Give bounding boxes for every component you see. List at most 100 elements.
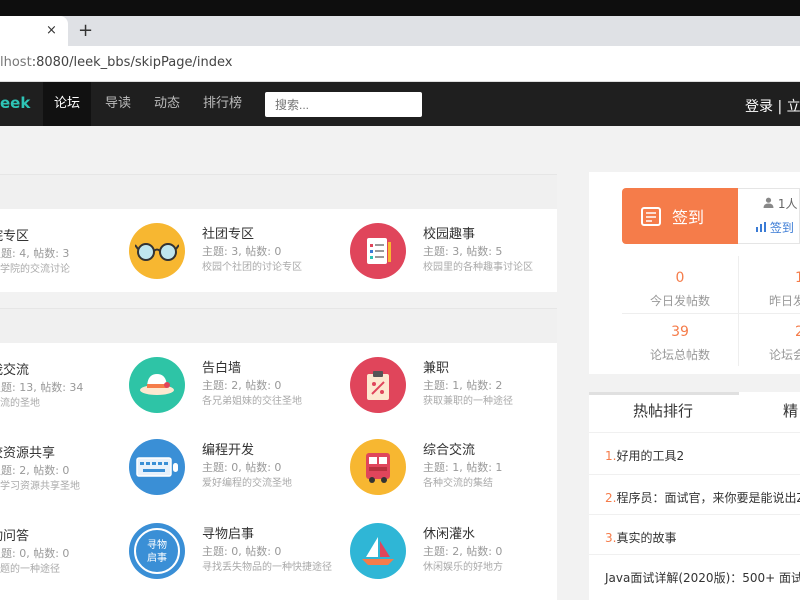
- address-bar[interactable]: lhost:8080/leek_bbs/skipPage/index: [0, 46, 800, 82]
- stat-label: 论坛总帖数: [649, 348, 710, 362]
- section-header: [0, 174, 557, 209]
- forum-item[interactable]: 兼职 主题: 1, 帖数: 2 获取兼职的一种途径: [350, 357, 560, 427]
- signin-list-link[interactable]: 签到: [756, 219, 794, 236]
- hot-post-item[interactable]: 2.程序员：面试官，来你要是能说出Z: [605, 489, 800, 506]
- forum-title[interactable]: 院专区: [0, 225, 29, 244]
- stat-value: 2: [795, 324, 800, 340]
- forum-title[interactable]: 寻物启事: [202, 523, 254, 542]
- section-header: [0, 308, 557, 343]
- forum-panel: 院专区 主题: 4, 帖数: 3 各学院的交流讨论 社团专区 主题: 3, 帖数…: [0, 209, 557, 292]
- keyboard-icon[interactable]: [129, 439, 185, 495]
- divider: [589, 474, 800, 475]
- job-board-icon[interactable]: [350, 357, 406, 413]
- stat-label: 昨日发: [769, 294, 800, 308]
- search-input[interactable]: [265, 92, 422, 117]
- forum-item[interactable]: 社团专区 主题: 3, 帖数: 0 校园个社团的讨论专区: [129, 223, 339, 293]
- forum-desc: 校园里的各种趣事讨论区: [423, 262, 533, 273]
- forum-stats: 主题: 4, 帖数: 3: [0, 247, 70, 260]
- forum-desc: 休闲娱乐的好地方: [423, 562, 503, 573]
- forum-item[interactable]: 编程开发 主题: 0, 帖数: 0 爱好编程的交流圣地: [129, 439, 339, 509]
- forum-desc: 各种交流的集结: [423, 478, 493, 489]
- forum-title[interactable]: 动问答: [0, 525, 29, 544]
- forum-title[interactable]: 校资源共享: [0, 442, 55, 461]
- forum-stats: 主题: 1, 帖数: 1: [423, 461, 503, 474]
- site-logo[interactable]: eek: [0, 94, 30, 112]
- badge-top-text: 寻物: [147, 538, 167, 551]
- forum-item[interactable]: 休闲灌水 主题: 2, 帖数: 0 休闲娱乐的好地方: [350, 523, 560, 593]
- forum-desc: 获取兼职的一种途径: [423, 396, 513, 407]
- nav-item-guide[interactable]: 导读: [105, 82, 131, 126]
- new-tab-button[interactable]: +: [78, 20, 93, 42]
- tab-hot-posts[interactable]: 热帖排行: [633, 400, 693, 421]
- forum-item[interactable]: 校园趣事 主题: 3, 帖数: 5 校园里的各种趣事讨论区: [350, 223, 560, 293]
- forum-stats: 主题: 0, 帖数: 0: [202, 461, 282, 474]
- hot-post-item[interactable]: 3.真实的故事: [605, 529, 676, 546]
- url-text[interactable]: lhost:8080/leek_bbs/skipPage/index: [0, 55, 232, 70]
- forum-item[interactable]: 寻物 启事 寻物启事 主题: 0, 帖数: 0 寻找丢失物品的一种快捷途径: [129, 523, 339, 593]
- divider: [589, 554, 800, 555]
- hot-post-item[interactable]: 1.好用的工具2: [605, 447, 684, 464]
- nav-item-activity[interactable]: 动态: [154, 82, 180, 126]
- tab-underline: [589, 392, 739, 395]
- tab-featured[interactable]: 精: [783, 400, 798, 421]
- user-icon: [763, 197, 774, 208]
- forum-desc: 问题的一种途径: [0, 564, 60, 575]
- forum-title[interactable]: 告白墙: [202, 357, 241, 376]
- divider: [589, 514, 800, 515]
- tab-strip: × +: [0, 16, 800, 46]
- hat-icon[interactable]: [129, 357, 185, 413]
- forum-desc: 寻找丢失物品的一种快捷途径: [202, 562, 332, 573]
- site-navbar: eek 论坛 导读 动态 排行榜 登录 | 立: [0, 82, 800, 126]
- forum-title[interactable]: 休闲灌水: [423, 523, 475, 542]
- post-title[interactable]: 真实的故事: [616, 531, 676, 545]
- forum-title[interactable]: 社团专区: [202, 223, 254, 242]
- notepad-icon[interactable]: [350, 223, 406, 279]
- ship-icon[interactable]: [350, 523, 406, 579]
- forum-stats: 主题: 2, 帖数: 0: [423, 545, 503, 558]
- stat-today-posts: 0 今日发帖数: [620, 270, 740, 309]
- hot-posts-card: 热帖排行 精 1.好用的工具2 2.程序员：面试官，来你要是能说出Z 3.真实的…: [589, 392, 800, 600]
- stat-label: 今日发帖数: [649, 294, 710, 308]
- post-rank: 3.: [605, 531, 617, 545]
- forum-item[interactable]: 告白墙 主题: 2, 帖数: 0 各兄弟姐妹的交往圣地: [129, 357, 339, 427]
- stat-value: 39: [671, 324, 689, 340]
- forum-desc: 校园个社团的讨论专区: [202, 262, 302, 273]
- forum-stats: 主题: 3, 帖数: 5: [423, 245, 503, 258]
- forum-title[interactable]: 综合交流: [423, 439, 475, 458]
- signin-button[interactable]: 签到: [622, 188, 738, 244]
- window-top-bar: [0, 0, 800, 16]
- post-title[interactable]: 好用的工具2: [616, 449, 684, 463]
- forum-panel: 我交流 主题: 13, 帖数: 34 交流的圣地 告白墙 主题: 2, 帖数: …: [0, 343, 557, 600]
- post-title[interactable]: Java面试详解(2020版)：500+ 面试: [605, 571, 800, 585]
- forum-item[interactable]: 综合交流 主题: 1, 帖数: 1 各种交流的集结: [350, 439, 560, 509]
- bar-chart-icon: [756, 222, 766, 232]
- browser-tab[interactable]: ×: [0, 16, 68, 46]
- forum-title[interactable]: 校园趣事: [423, 223, 475, 242]
- stat-value: 0: [675, 270, 685, 286]
- stat-members: 2 论坛会: [739, 324, 800, 363]
- close-tab-icon[interactable]: ×: [46, 22, 57, 40]
- post-title[interactable]: 程序员：面试官，来你要是能说出Z: [616, 491, 800, 505]
- url-host: lhost: [0, 55, 32, 70]
- divider: [589, 432, 800, 433]
- stat-yesterday-posts: 1 昨日发: [739, 270, 800, 309]
- forum-title[interactable]: 我交流: [0, 359, 29, 378]
- stat-label: 论坛会: [769, 348, 800, 362]
- hot-post-item[interactable]: Java面试详解(2020版)：500+ 面试: [605, 569, 800, 586]
- signin-card: 签到 1人 签到 0 今日发帖数 1 昨日发 39 论坛总帖数 2 论坛会: [589, 172, 800, 374]
- lost-found-badge[interactable]: 寻物 启事: [129, 523, 185, 579]
- forum-title[interactable]: 编程开发: [202, 439, 254, 458]
- signin-label: 签到: [672, 208, 705, 227]
- bus-icon[interactable]: [350, 439, 406, 495]
- forum-stats: 主题: 13, 帖数: 34: [0, 381, 84, 394]
- nav-item-forum[interactable]: 论坛: [43, 82, 91, 126]
- stat-total-posts: 39 论坛总帖数: [620, 324, 740, 363]
- signin-list-text: 签到: [769, 221, 794, 235]
- login-link[interactable]: 登录 | 立: [745, 96, 800, 116]
- glasses-icon[interactable]: [129, 223, 185, 279]
- forum-stats: 主题: 2, 帖数: 0: [0, 464, 70, 477]
- stat-value: 1: [795, 270, 800, 286]
- forum-title[interactable]: 兼职: [423, 357, 449, 376]
- signed-count: 1人: [763, 195, 797, 212]
- nav-item-ranking[interactable]: 排行榜: [203, 82, 242, 126]
